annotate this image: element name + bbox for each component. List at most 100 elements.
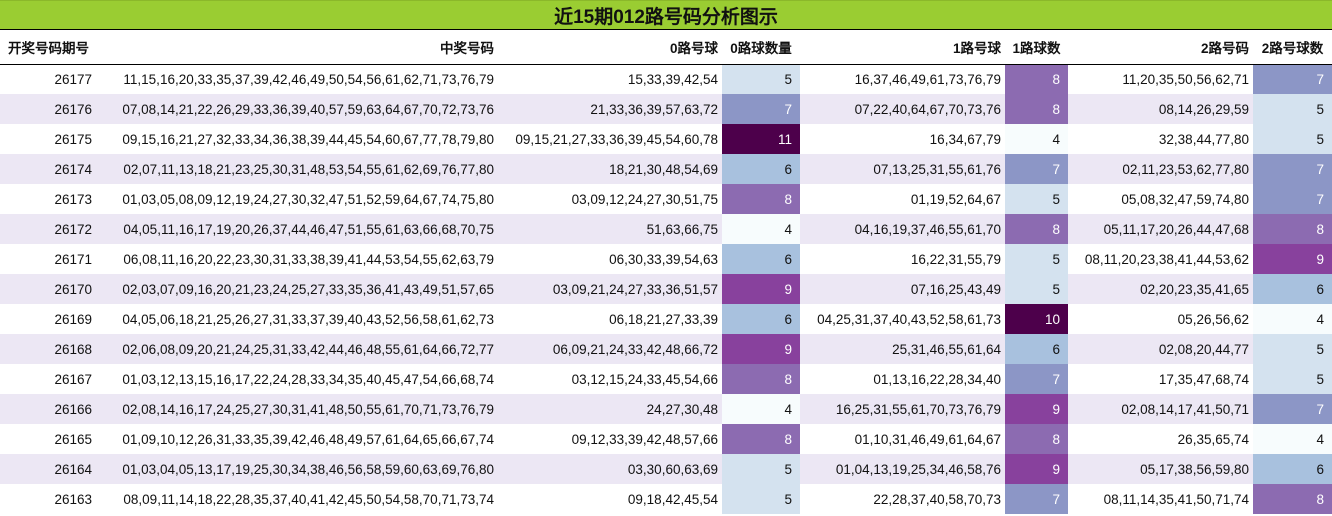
table-row: 26165 01,09,10,12,26,31,33,35,39,42,46,48… bbox=[0, 424, 1332, 454]
route2-count-cell: 4 bbox=[1253, 424, 1332, 454]
issue-cell: 26164 bbox=[0, 454, 100, 484]
issue-cell: 26172 bbox=[0, 214, 100, 244]
route0-balls-cell: 09,12,33,39,42,48,57,66 bbox=[571, 431, 718, 447]
route2-count-cell: 5 bbox=[1253, 94, 1332, 124]
header-issue: 开奖号码期号 bbox=[0, 30, 100, 65]
table-title: 近15期012路号码分析图示 bbox=[0, 0, 1332, 30]
winning-numbers-cell: 07,08,14,21,22,26,29,33,36,39,40,57,59,6… bbox=[100, 94, 498, 124]
winning-numbers-cell: 11,15,16,20,33,35,37,39,42,46,49,50,54,5… bbox=[123, 71, 494, 87]
issue-cell: 26171 bbox=[54, 251, 92, 267]
route2-count-cell: 7 bbox=[1253, 394, 1332, 424]
route2-count-cell: 6 bbox=[1253, 454, 1332, 484]
route0-balls-cell: 03,12,15,24,33,45,54,66 bbox=[571, 371, 718, 387]
route2-balls-cell: 05,08,32,47,59,74,80 bbox=[1121, 191, 1249, 207]
winning-numbers-cell: 01,09,10,12,26,31,33,35,39,42,46,48,49,5… bbox=[122, 431, 494, 447]
route1-balls-cell: 04,25,31,37,40,43,52,58,61,73 bbox=[817, 311, 1001, 327]
table-row: 26176 07,08,14,21,22,26,29,33,36,39,40,57… bbox=[0, 94, 1332, 124]
route2-count-cell: 9 bbox=[1253, 244, 1332, 274]
table-row: 26172 04,05,11,16,17,19,20,26,37,44,46,47… bbox=[0, 214, 1332, 244]
route0-balls-cell: 03,09,21,24,27,33,36,51,57 bbox=[498, 274, 722, 304]
route1-count-cell: 8 bbox=[1005, 94, 1068, 124]
route0-count-cell: 4 bbox=[722, 394, 800, 424]
route1-count-cell: 9 bbox=[1005, 394, 1068, 424]
route1-balls-cell: 01,13,16,22,28,34,40 bbox=[873, 371, 1001, 387]
route1-count-cell: 8 bbox=[1005, 64, 1068, 94]
route0-count-cell: 4 bbox=[722, 214, 800, 244]
winning-numbers-cell: 02,06,08,09,20,21,24,25,31,33,42,44,46,4… bbox=[100, 334, 498, 364]
route1-count-cell: 4 bbox=[1005, 124, 1068, 154]
table-body: 26177 11,15,16,20,33,35,37,39,42,46,49,50… bbox=[0, 64, 1332, 514]
winning-numbers-cell: 04,05,06,18,21,25,26,27,31,33,37,39,40,4… bbox=[122, 311, 494, 327]
route0-count-cell: 8 bbox=[722, 424, 800, 454]
winning-numbers-cell: 02,08,14,16,17,24,25,27,30,31,41,48,50,5… bbox=[100, 394, 498, 424]
route0-count-cell: 5 bbox=[722, 484, 800, 514]
issue-cell: 26168 bbox=[0, 334, 100, 364]
header-row: 开奖号码期号 中奖号码 0路号球 0路球数量 1路号球 1路球数 2路号码 2路… bbox=[0, 30, 1332, 65]
route0-balls-cell: 18,21,30,48,54,69 bbox=[498, 154, 722, 184]
route2-balls-cell: 05,11,17,20,26,44,47,68 bbox=[1068, 214, 1253, 244]
issue-cell: 26170 bbox=[0, 274, 100, 304]
issue-cell: 26174 bbox=[0, 154, 100, 184]
route2-balls-cell: 05,17,38,56,59,80 bbox=[1068, 454, 1253, 484]
route1-balls-cell: 16,25,31,55,61,70,73,76,79 bbox=[800, 394, 1005, 424]
winning-numbers-cell: 02,07,11,13,18,21,23,25,30,31,48,53,54,5… bbox=[100, 154, 498, 184]
route2-count-cell: 7 bbox=[1253, 154, 1332, 184]
table-row: 26175 09,15,16,21,27,32,33,34,36,38,39,44… bbox=[0, 124, 1332, 154]
route1-count-cell: 5 bbox=[1005, 184, 1068, 214]
route0-balls-cell: 09,15,21,27,33,36,39,45,54,60,78 bbox=[515, 131, 718, 147]
route0-balls-cell: 06,18,21,27,33,39 bbox=[609, 311, 718, 327]
route0-balls-cell: 09,18,42,45,54 bbox=[627, 491, 718, 507]
winning-numbers-cell: 08,09,11,14,18,22,28,35,37,40,41,42,45,5… bbox=[123, 491, 494, 507]
route2-balls-cell: 26,35,65,74 bbox=[1177, 431, 1249, 447]
route0-count-cell: 8 bbox=[722, 364, 800, 394]
route1-count-cell: 8 bbox=[1005, 424, 1068, 454]
route2-balls-cell: 02,08,20,44,77 bbox=[1068, 334, 1253, 364]
route2-balls-cell: 17,35,47,68,74 bbox=[1158, 371, 1249, 387]
route0-balls-cell: 03,30,60,63,69 bbox=[498, 454, 722, 484]
route2-balls-cell: 32,38,44,77,80 bbox=[1158, 131, 1249, 147]
route1-balls-cell: 04,16,19,37,46,55,61,70 bbox=[800, 214, 1005, 244]
route1-balls-cell: 16,22,31,55,79 bbox=[910, 251, 1001, 267]
header-route0-count: 0路球数量 bbox=[722, 30, 800, 65]
route0-count-cell: 5 bbox=[722, 454, 800, 484]
winning-numbers-cell: 01,03,05,08,09,12,19,24,27,30,32,47,51,5… bbox=[122, 191, 494, 207]
header-route1-count: 1路球数 bbox=[1005, 30, 1068, 65]
route0-count-cell: 6 bbox=[722, 154, 800, 184]
issue-cell: 26166 bbox=[0, 394, 100, 424]
route2-balls-cell: 08,11,14,35,41,50,71,74 bbox=[1103, 491, 1249, 507]
header-route2-balls: 2路号码 bbox=[1068, 30, 1253, 65]
route0-balls-cell: 03,09,12,24,27,30,51,75 bbox=[571, 191, 718, 207]
table-row: 26173 01,03,05,08,09,12,19,24,27,30,32,47… bbox=[0, 184, 1332, 214]
route0-balls-cell: 15,33,39,42,54 bbox=[627, 71, 718, 87]
issue-cell: 26165 bbox=[54, 431, 92, 447]
route2-balls-cell: 08,11,20,23,38,41,44,53,62 bbox=[1084, 251, 1249, 267]
table-row: 26166 02,08,14,16,17,24,25,27,30,31,41,48… bbox=[0, 394, 1332, 424]
route2-balls-cell: 02,08,14,17,41,50,71 bbox=[1068, 394, 1253, 424]
table-row: 26167 01,03,12,13,15,16,17,22,24,28,33,34… bbox=[0, 364, 1332, 394]
route1-count-cell: 9 bbox=[1005, 454, 1068, 484]
route0-balls-cell: 06,30,33,39,54,63 bbox=[609, 251, 718, 267]
route1-count-cell: 7 bbox=[1005, 154, 1068, 184]
route2-count-cell: 8 bbox=[1253, 214, 1332, 244]
route2-count-cell: 8 bbox=[1253, 484, 1332, 514]
route0-balls-cell: 06,09,21,24,33,42,48,66,72 bbox=[498, 334, 722, 364]
issue-cell: 26163 bbox=[54, 491, 92, 507]
route0-count-cell: 5 bbox=[722, 64, 800, 94]
table-row: 26171 06,08,11,16,20,22,23,30,31,33,38,39… bbox=[0, 244, 1332, 274]
issue-cell: 26175 bbox=[54, 131, 92, 147]
issue-cell: 26177 bbox=[54, 71, 92, 87]
route2-count-cell: 7 bbox=[1253, 64, 1332, 94]
route0-count-cell: 11 bbox=[722, 124, 800, 154]
route2-balls-cell: 11,20,35,50,56,62,71 bbox=[1122, 71, 1249, 87]
issue-cell: 26167 bbox=[54, 371, 92, 387]
winning-numbers-cell: 02,03,07,09,16,20,21,23,24,25,27,33,35,3… bbox=[100, 274, 498, 304]
route0-balls-cell: 21,33,36,39,57,63,72 bbox=[498, 94, 722, 124]
route0-count-cell: 6 bbox=[722, 304, 800, 334]
route0-count-cell: 9 bbox=[722, 334, 800, 364]
route1-balls-cell: 16,34,67,79 bbox=[929, 131, 1001, 147]
table-row: 26164 01,03,04,05,13,17,19,25,30,34,38,46… bbox=[0, 454, 1332, 484]
route1-balls-cell: 07,16,25,43,49 bbox=[800, 274, 1005, 304]
route1-count-cell: 10 bbox=[1005, 304, 1068, 334]
table-row: 26163 08,09,11,14,18,22,28,35,37,40,41,42… bbox=[0, 484, 1332, 514]
table-row: 26169 04,05,06,18,21,25,26,27,31,33,37,39… bbox=[0, 304, 1332, 334]
